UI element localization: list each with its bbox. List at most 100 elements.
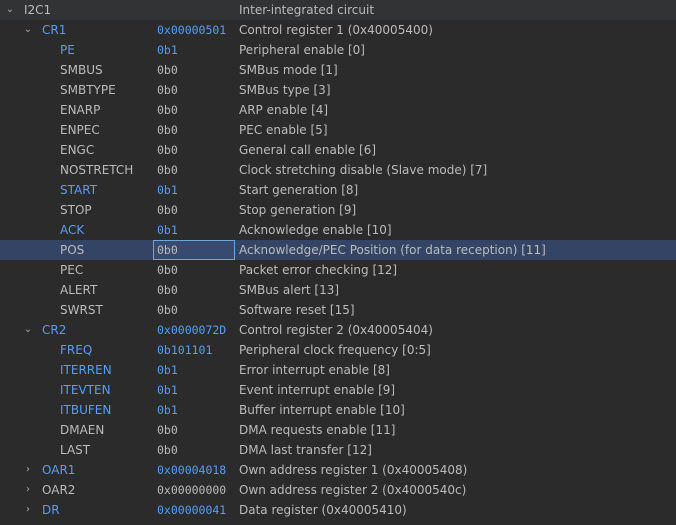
field-name: ENGC [60,143,95,157]
field-name: ITEVTEN [60,383,111,397]
value-cell[interactable]: 0b1 [157,380,178,400]
description-cell: Event interrupt enable [9] [239,383,396,397]
description-cell: PEC enable [5] [239,123,328,137]
field-name: ITERREN [60,363,112,377]
value-cell[interactable]: 0b1 [157,360,178,380]
chevron-down-icon[interactable]: ⌄ [4,0,16,20]
field-row-itevten[interactable]: ITEVTEN 0b1 Event interrupt enable [9] [0,380,676,400]
register-row-dr[interactable]: › DR 0x00000041 Data register (0x40005410) [0,500,676,520]
register-name: OAR1 [42,463,76,477]
field-row-enarp[interactable]: ENARP 0b0 ARP enable [4] [0,100,676,120]
description-cell: Stop generation [9] [239,203,357,217]
register-row-oar2[interactable]: › OAR2 0x00000000 Own address register 2 (0… [0,480,676,500]
description-cell: Peripheral clock frequency [0:5] [239,343,431,357]
register-name: OAR2 [42,483,76,497]
field-name: START [60,183,98,197]
register-name: CR2 [42,323,67,337]
description-cell: Own address register 1 (0x40005408) [239,463,468,477]
register-name: CR1 [42,23,67,37]
register-row-cr1[interactable]: ⌄ CR1 0x00000501 Control register 1 (0x4000… [0,20,676,40]
value-cell[interactable]: 0b0 [157,80,178,100]
field-name: ENARP [60,103,101,117]
field-row-ack[interactable]: ACK 0b1 Acknowledge enable [10] [0,220,676,240]
field-row-pec[interactable]: PEC 0b0 Packet error checking [12] [0,260,676,280]
field-row-smbtype[interactable]: SMBTYPE 0b0 SMBus type [3] [0,80,676,100]
value-cell[interactable]: 0b1 [157,40,178,60]
peripheral-row-i2c1[interactable]: ⌄ I2C1 Inter-integrated circuit [0,0,676,20]
description-cell: Data register (0x40005410) [239,503,407,517]
field-row-engc[interactable]: ENGC 0b0 General call enable [6] [0,140,676,160]
value-cell[interactable]: 0b0 [157,420,178,440]
register-row-cr2[interactable]: ⌄ CR2 0x0000072D Control register 2 (0x4000… [0,320,676,340]
value-cell[interactable]: 0b0 [157,140,178,160]
field-name: SMBUS [60,63,103,77]
value-cell[interactable]: 0b0 [157,280,178,300]
value-cell[interactable]: 0x00004018 [157,460,226,480]
value-cell[interactable]: 0b0 [157,160,178,180]
chevron-down-icon[interactable]: ⌄ [22,320,34,340]
value-cell[interactable]: 0b101101 [157,340,212,360]
field-name: STOP [60,203,92,217]
value-cell[interactable]: 0b0 [157,300,178,320]
field-row-itbufen[interactable]: ITBUFEN 0b1 Buffer interrupt enable [10] [0,400,676,420]
description-cell: Own address register 2 (0x4000540c) [239,483,467,497]
description-cell: SMBus type [3] [239,83,331,97]
value-cell[interactable]: 0b0 [157,100,178,120]
value-cell[interactable]: 0b0 [157,120,178,140]
field-row-iterren[interactable]: ITERREN 0b1 Error interrupt enable [8] [0,360,676,380]
value-cell[interactable]: 0b0 [157,200,178,220]
field-row-nostretch[interactable]: NOSTRETCH 0b0 Clock stretching disable (Sl… [0,160,676,180]
description-cell: Packet error checking [12] [239,263,398,277]
register-name: DR [42,503,60,517]
description-cell: Control register 2 (0x40005404) [239,323,433,337]
field-name: ALERT [60,283,98,297]
value-cell[interactable]: 0b0 [157,60,178,80]
description-cell: Acknowledge enable [10] [239,223,392,237]
description-cell: Error interrupt enable [8] [239,363,390,377]
value-cell[interactable]: 0x00000501 [157,20,226,40]
field-row-stop[interactable]: STOP 0b0 Stop generation [9] [0,200,676,220]
field-name: SMBTYPE [60,83,116,97]
field-row-smbus[interactable]: SMBUS 0b0 SMBus mode [1] [0,60,676,80]
field-name: ACK [60,223,85,237]
field-name: FREQ [60,343,93,357]
field-name: SWRST [60,303,103,317]
value-cell[interactable]: 0b1 [157,220,178,240]
field-row-freq[interactable]: FREQ 0b101101 Peripheral clock frequency [… [0,340,676,360]
chevron-right-icon[interactable]: › [22,460,34,480]
chevron-right-icon[interactable]: › [22,480,34,500]
field-name: POS [60,243,85,257]
description-cell: DMA requests enable [11] [239,423,396,437]
field-name: PE [60,43,75,57]
chevron-right-icon[interactable]: › [22,500,34,520]
field-row-alert[interactable]: ALERT 0b0 SMBus alert [13] [0,280,676,300]
field-row-enpec[interactable]: ENPEC 0b0 PEC enable [5] [0,120,676,140]
description-cell: Start generation [8] [239,183,359,197]
field-name: NOSTRETCH [60,163,134,177]
chevron-down-icon[interactable]: ⌄ [22,20,34,40]
field-row-swrst[interactable]: SWRST 0b0 Software reset [15] [0,300,676,320]
value-edit-input[interactable]: 0b0 [153,240,235,260]
field-name: PEC [60,263,84,277]
value-cell[interactable]: 0x00000041 [157,500,226,520]
description-cell: Acknowledge/PEC Position (for data recep… [239,243,546,257]
value-cell[interactable]: 0x00000000 [157,480,226,500]
description-cell: Peripheral enable [0] [239,43,365,57]
field-row-pe[interactable]: PE 0b1 Peripheral enable [0] [0,40,676,60]
value-cell[interactable]: 0x0000072D [157,320,226,340]
value-cell[interactable]: 0b1 [157,400,178,420]
description-cell: SMBus mode [1] [239,63,338,77]
description-cell: Control register 1 (0x40005400) [239,23,433,37]
description-cell: SMBus alert [13] [239,283,340,297]
value-edit-text[interactable]: 0b0 [157,240,178,260]
register-row-oar1[interactable]: › OAR1 0x00004018 Own address register 1 (0… [0,460,676,480]
value-cell[interactable]: 0b0 [157,260,178,280]
description-cell: Buffer interrupt enable [10] [239,403,405,417]
field-row-dmaen[interactable]: DMAEN 0b0 DMA requests enable [11] [0,420,676,440]
field-name: LAST [60,443,91,457]
field-row-last[interactable]: LAST 0b0 DMA last transfer [12] [0,440,676,460]
value-cell[interactable]: 0b0 [157,440,178,460]
field-row-pos[interactable]: POS 0b0 Acknowledge/PEC Position (for data… [0,240,676,260]
field-row-start[interactable]: START 0b1 Start generation [8] [0,180,676,200]
value-cell[interactable]: 0b1 [157,180,178,200]
